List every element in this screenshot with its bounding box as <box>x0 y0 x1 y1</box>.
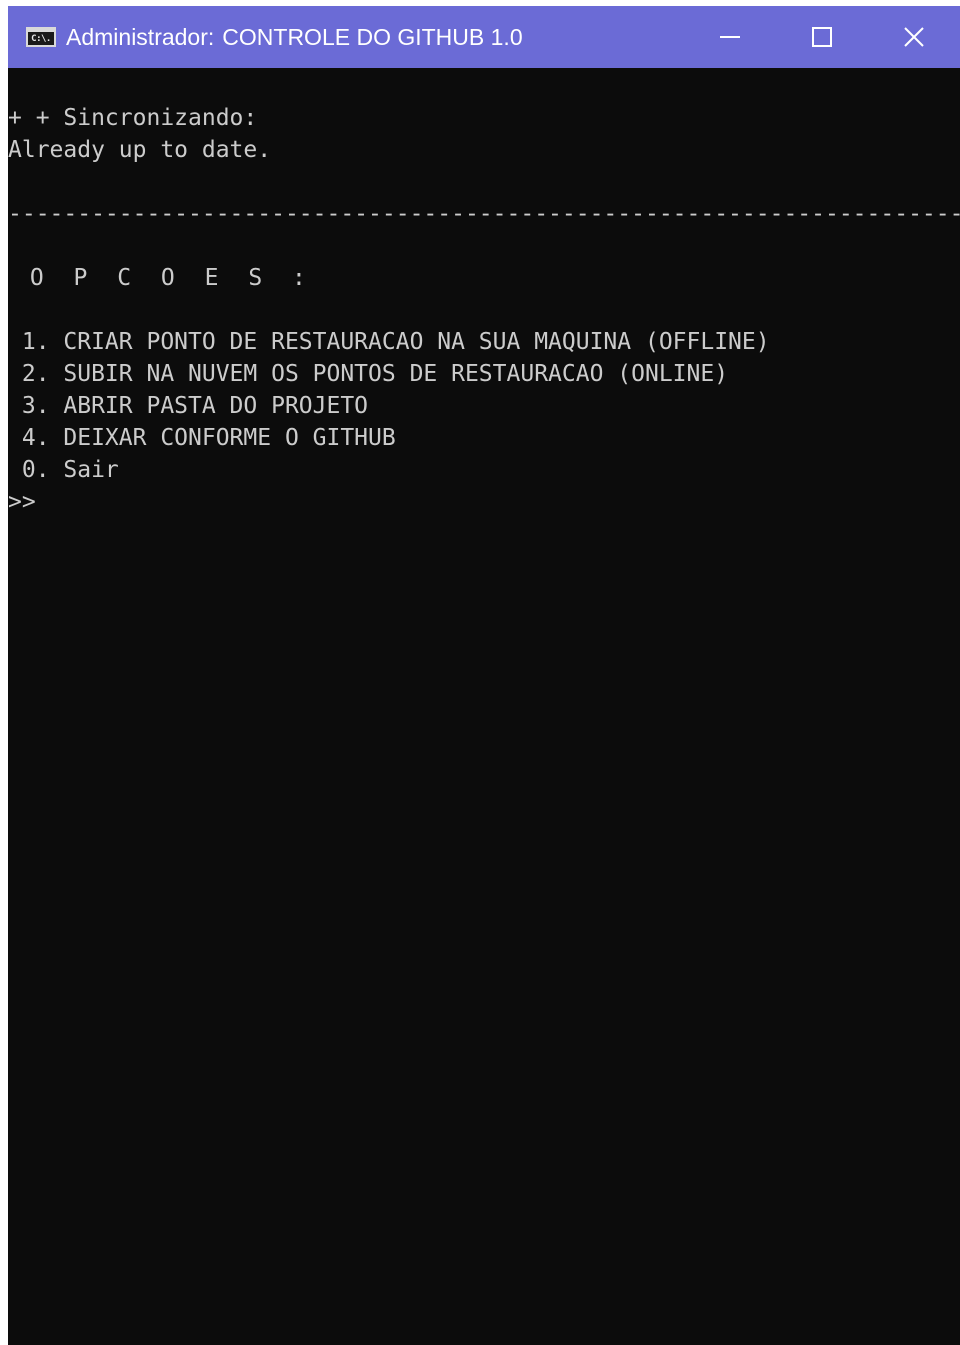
sync-line: + + Sincronizando: <box>8 105 258 131</box>
option-item: 1. CRIAR PONTO DE RESTAURACAO NA SUA MAQ… <box>8 329 770 355</box>
option-item: 2. SUBIR NA NUVEM OS PONTOS DE RESTAURAC… <box>8 361 729 387</box>
window-title: Administrador: CONTROLE DO GITHUB 1.0 <box>66 24 684 51</box>
window-title-prefix: Administrador: <box>66 23 215 50</box>
console-output[interactable]: + + Sincronizando: Already up to date. -… <box>8 68 960 1345</box>
minimize-button[interactable] <box>684 6 776 68</box>
status-line: Already up to date. <box>8 137 272 163</box>
console-window: C:\. Administrador: CONTROLE DO GITHUB 1.… <box>8 6 960 1345</box>
divider-line: ----------------------------------------… <box>8 201 960 227</box>
option-item: 0. Sair <box>8 457 119 483</box>
command-prompt-icon[interactable]: C:\. <box>26 27 56 47</box>
option-item: 3. ABRIR PASTA DO PROJETO <box>8 393 369 419</box>
command-prompt-icon-text: C:\. <box>31 33 51 44</box>
minimize-icon <box>720 36 740 38</box>
maximize-icon <box>812 27 832 47</box>
title-bar[interactable]: C:\. Administrador: CONTROLE DO GITHUB 1.… <box>8 6 960 68</box>
close-icon <box>904 27 924 47</box>
window-title-text: CONTROLE DO GITHUB 1.0 <box>222 23 523 50</box>
options-heading: O P C O E S : <box>8 265 314 291</box>
close-button[interactable] <box>868 6 960 68</box>
option-item: 4. DEIXAR CONFORME O GITHUB <box>8 425 396 451</box>
maximize-button[interactable] <box>776 6 868 68</box>
input-prompt[interactable]: >> <box>8 486 36 518</box>
